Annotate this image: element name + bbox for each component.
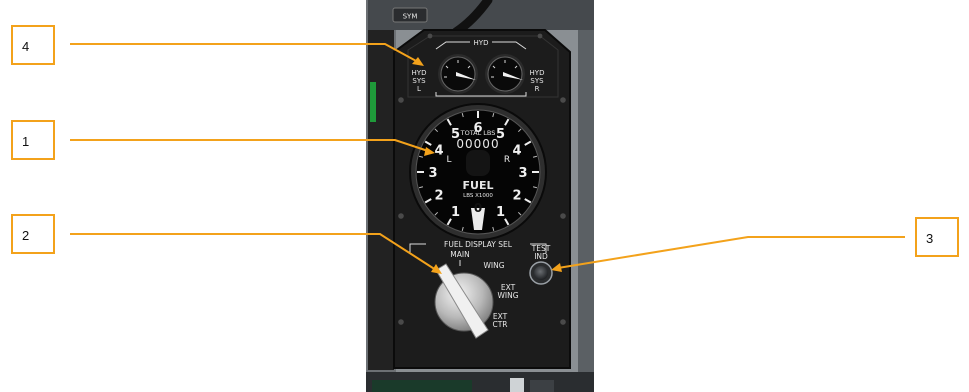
callout-label-4: 4 <box>22 39 30 54</box>
callout-label-1: 1 <box>22 134 30 149</box>
callout-arrowhead-1 <box>424 147 435 156</box>
callout-leader-4 <box>70 43 419 63</box>
callout-label-3: 3 <box>926 231 934 246</box>
callout-box-1: 1 <box>11 120 55 160</box>
callout-box-4: 4 <box>11 25 55 65</box>
callout-box-3: 3 <box>915 217 959 257</box>
callout-arrowhead-3 <box>551 263 562 272</box>
callout-label-2: 2 <box>22 228 30 243</box>
callout-leader-2 <box>70 233 437 271</box>
callout-arrowhead-4 <box>412 57 424 66</box>
callout-box-2: 2 <box>11 214 55 254</box>
callout-leader-3 <box>557 236 905 269</box>
callout-leader-overlay <box>70 43 905 274</box>
callout-leader-1 <box>70 139 429 152</box>
